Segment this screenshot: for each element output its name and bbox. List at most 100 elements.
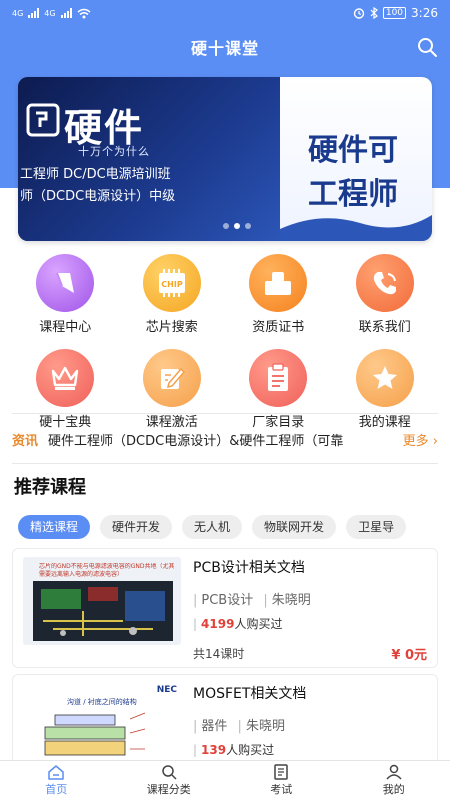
buyer-count: 4199 (201, 617, 235, 631)
grid-item-chip-search[interactable]: CHIP 芯片搜索 (119, 254, 226, 335)
meta-separator: | (237, 719, 242, 734)
banner-line-2: 师（DCDC电源设计）中级 (20, 189, 176, 204)
status-left: 4G 4G (12, 8, 91, 19)
grid-item-handbook[interactable]: 硬十宝典 (12, 349, 119, 430)
news-headline[interactable]: 硬件工程师（DCDC电源设计）&硬件工程师（可靠 (48, 430, 399, 449)
course-card[interactable]: 芯片的GND不能与电源滤波电容的GND共地（尤其需要远离输入电源的滤波电容） P… (12, 548, 438, 668)
nav-course-category[interactable]: 课程分类 (113, 761, 226, 800)
course-meta: | PCB设计 | 朱晓明 (193, 589, 311, 608)
promo-banner[interactable]: 硬件 十万个为什么 工程师 DC/DC电源培训班 师（DCDC电源设计）中级 硬… (18, 77, 432, 241)
divider (12, 413, 438, 414)
grid-item-contact[interactable]: 联系我们 (332, 254, 439, 335)
pcb-layout-image (33, 581, 173, 641)
course-title[interactable]: MOSFET相关文档 (193, 683, 306, 703)
catalog-icon (249, 349, 308, 407)
banner-dot-active[interactable] (234, 223, 240, 229)
news-ticker[interactable]: 资讯 硬件工程师（DCDC电源设计）&硬件工程师（可靠 更多 › (12, 426, 438, 452)
banner-wave-decoration (280, 215, 432, 241)
news-tag: 资讯 (12, 433, 39, 449)
thumbnail-caption: 沟道 / 衬底之间的结构 (67, 698, 137, 706)
buyer-count: 139 (201, 743, 227, 757)
hardware-logo-icon (26, 103, 60, 137)
course-buyers: | 139人购买过 (193, 741, 274, 758)
home-icon (48, 765, 64, 780)
banner-dot[interactable] (245, 223, 251, 229)
course-thumbnail: NEC 沟道 / 衬底之间的结构 (23, 683, 181, 765)
course-center-icon (36, 254, 95, 312)
buyer-suffix: 人购买过 (226, 743, 275, 757)
banner-dot[interactable] (223, 223, 229, 229)
thumbnail-caption: 芯片的GND不能与电源滤波电容的GND共地（尤其需要远离输入电源的滤波电容） (39, 563, 175, 578)
search-icon[interactable] (416, 36, 438, 58)
chip-icon: CHIP (142, 254, 201, 312)
nav-exam[interactable]: 考试 (225, 761, 338, 800)
meta-separator: | (193, 743, 198, 757)
edit-icon (142, 349, 201, 407)
course-category: PCB设计 (201, 593, 254, 608)
banner-right-line-1: 硬件可 (308, 133, 398, 168)
banner-line-1: 工程师 DC/DC电源培训班 (20, 167, 171, 182)
course-thumbnail: 芯片的GND不能与电源滤波电容的GND共地（尤其需要远离输入电源的滤波电容） (23, 557, 181, 645)
banner-pagination (223, 223, 251, 229)
status-right: 100 3:26 (353, 6, 438, 20)
signal-icon-2 (60, 8, 72, 18)
grid-item-certificate[interactable]: 资质证书 (225, 254, 332, 335)
crown-icon (36, 349, 95, 407)
course-meta: | 器件 | 朱晓明 (193, 715, 285, 734)
shortcut-grid: 课程中心 CHIP 芯片搜索 资质证书 联系我们 硬十宝典 课程激活 厂家目录 … (12, 254, 438, 430)
section-title: 推荐课程 (14, 477, 86, 498)
wifi-icon (77, 8, 91, 18)
signal-icon (28, 8, 40, 18)
course-title[interactable]: PCB设计相关文档 (193, 557, 305, 577)
star-icon (355, 349, 414, 407)
divider (12, 463, 438, 464)
app-screen: 4G 4G 100 3:26 硬十课堂 硬件 十万个为什么 工程师 DC/DC电… (0, 0, 450, 800)
banner-left-panel: 硬件 十万个为什么 工程师 DC/DC电源培训班 师（DCDC电源设计）中级 (18, 77, 283, 241)
grid-item-activate[interactable]: 课程激活 (119, 349, 226, 430)
nav-label: 首页 (45, 783, 68, 796)
thumbnail-brand: NEC (156, 685, 177, 695)
course-teacher: 朱晓明 (245, 719, 285, 734)
battery-icon: 100 (382, 7, 407, 19)
carrier-label-2: 4G (44, 8, 56, 18)
alarm-icon (353, 8, 365, 19)
course-card[interactable]: NEC 沟道 / 衬底之间的结构 MOSFET相关文档 | 器件 | 朱晓明 | 13… (12, 674, 438, 765)
course-category: 器件 (201, 719, 228, 734)
clock: 3:26 (411, 6, 438, 20)
meta-separator: | (193, 719, 198, 734)
grid-item-my-courses[interactable]: 我的课程 (332, 349, 439, 430)
user-icon (386, 764, 402, 780)
nav-label: 课程分类 (146, 783, 191, 796)
phone-icon (355, 254, 414, 312)
tab-drone[interactable]: 无人机 (182, 515, 243, 539)
meta-separator: | (193, 617, 198, 631)
news-more-link[interactable]: 更多 › (403, 430, 438, 449)
grid-label: 联系我们 (358, 320, 411, 335)
search-icon (162, 765, 177, 780)
nav-label: 我的 (382, 783, 405, 796)
course-teacher: 朱晓明 (271, 593, 311, 608)
meta-separator: | (263, 593, 268, 608)
page-title: 硬十课堂 (190, 39, 259, 58)
lesson-count: 共14课时 (193, 647, 245, 661)
grid-label: 芯片搜索 (145, 320, 198, 335)
nav-home[interactable]: 首页 (0, 761, 113, 800)
tab-satellite[interactable]: 卫星导 (346, 515, 407, 539)
nav-profile[interactable]: 我的 (338, 761, 450, 800)
chip-text: CHIP (161, 280, 183, 289)
bottom-nav: 首页 课程分类 考试 我的 (0, 760, 450, 800)
tab-iot-dev[interactable]: 物联网开发 (252, 515, 337, 539)
grid-item-course-center[interactable]: 课程中心 (12, 254, 119, 335)
nav-label: 考试 (270, 783, 293, 796)
grid-item-vendor-catalog[interactable]: 厂家目录 (225, 349, 332, 430)
buyer-suffix: 人购买过 (234, 617, 283, 631)
banner-small-text: 十万个为什么 (78, 145, 150, 158)
bluetooth-icon (370, 7, 378, 19)
course-category-tabs: 精选课程 硬件开发 无人机 物联网开发 卫星导 (18, 515, 450, 541)
grid-label: 课程中心 (39, 320, 92, 335)
tab-hardware-dev[interactable]: 硬件开发 (100, 515, 173, 539)
meta-separator: | (193, 593, 198, 608)
course-price: ¥ 0元 (391, 648, 427, 663)
tab-featured[interactable]: 精选课程 (18, 515, 91, 539)
exam-icon (274, 764, 288, 780)
